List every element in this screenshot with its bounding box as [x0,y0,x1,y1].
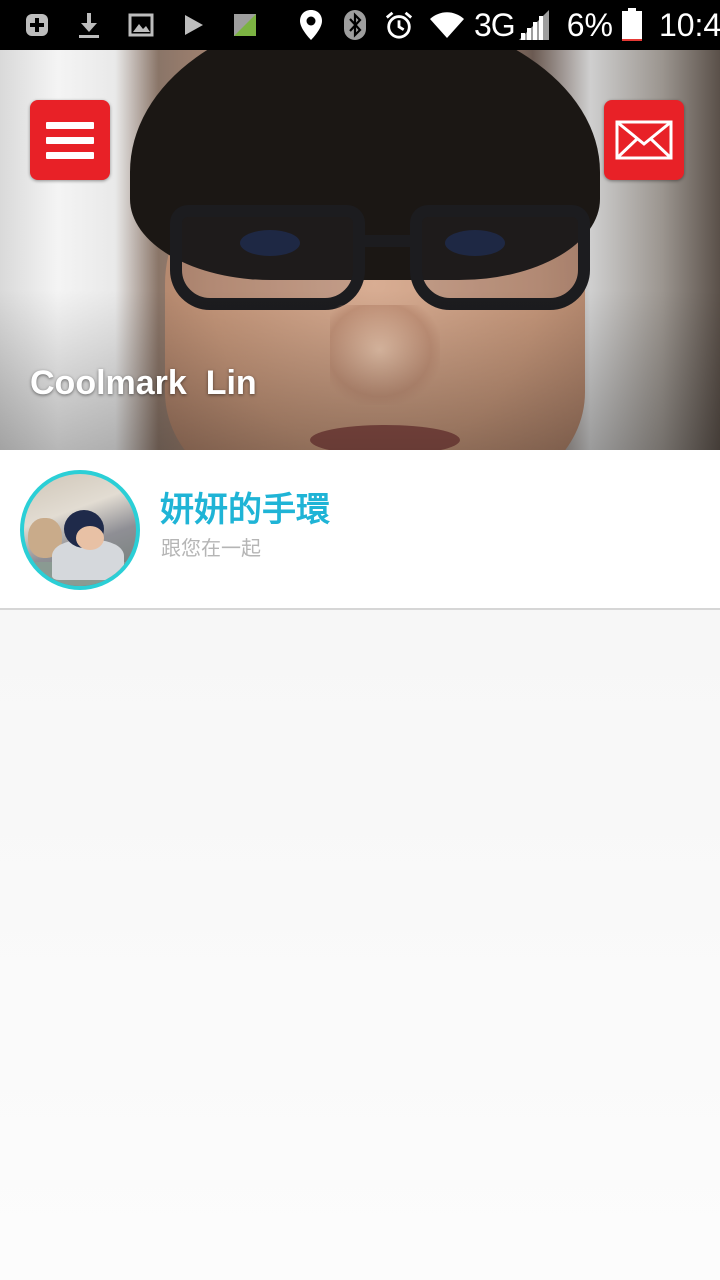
profile-photo-eye-right [445,230,505,256]
battery-icon [621,8,643,41]
status-bar-system: 3G 6% 10:46 [282,7,720,44]
device-title: 妍妍的手環 [160,490,330,530]
menu-icon-bar [46,136,94,144]
list-item-device[interactable]: 妍妍的手環 跟您在一起 [0,450,720,610]
user-name: Coolmark Lin [30,364,257,402]
signal-icon [517,10,551,40]
device-avatar [20,470,140,590]
network-3g-app-icon [230,10,260,40]
menu-button[interactable] [30,100,110,180]
avatar-photo-face [76,526,104,550]
location-icon [296,10,326,40]
clock: 10:46 [658,6,720,43]
mail-icon [615,120,673,160]
network-type: 3G [474,6,516,43]
menu-icon-bar [46,121,94,129]
image-icon [126,10,156,40]
status-bar-notifications [22,10,282,40]
bluetooth-icon [340,10,370,40]
menu-icon-bar [46,151,94,159]
alarm-icon [384,10,414,40]
status-bar: 3G 6% 10:46 [0,0,720,50]
wifi-icon [428,10,466,40]
download-icon [74,10,104,40]
add-icon [22,10,52,40]
play-store-icon [178,10,208,40]
battery-percent: 6% [566,6,613,43]
profile-photo-eye-left [240,230,300,256]
mail-button[interactable] [604,100,684,180]
profile-photo-glasses-bridge [360,235,415,247]
device-subtitle: 跟您在一起 [161,536,261,560]
profile-header: Coolmark Lin [0,50,720,450]
